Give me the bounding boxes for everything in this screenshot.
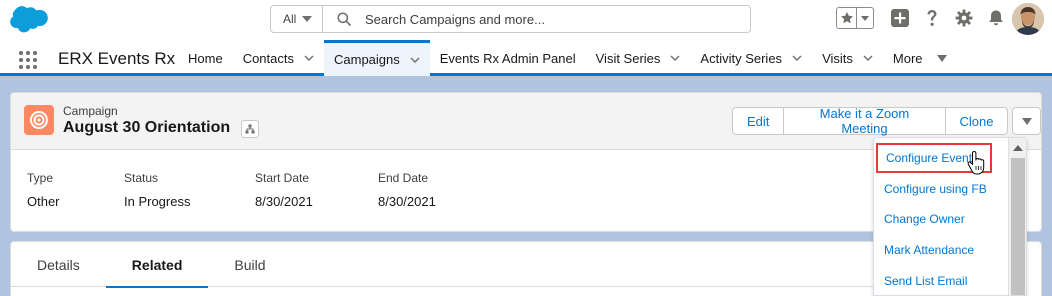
nav-item-events-rx-admin-panel[interactable]: Events Rx Admin Panel (430, 40, 586, 76)
field-label: End Date (378, 171, 429, 185)
caret-down-icon (1021, 117, 1032, 125)
header-utility-icons (836, 7, 1006, 29)
menu-item-mark-attendance[interactable]: Mark Attendance (874, 235, 1009, 265)
salesforce-logo-icon[interactable] (10, 6, 48, 33)
nav-item-label: Visit Series (595, 50, 661, 66)
search-scope-label: All (283, 12, 297, 26)
chevron-down-icon[interactable] (863, 53, 873, 63)
clone-button[interactable]: Clone (944, 107, 1009, 135)
nav-item-campaigns[interactable]: Campaigns (324, 40, 430, 76)
record-fields: Type Other Status In Progress Start Date… (27, 171, 498, 209)
nav-item-visits[interactable]: Visits (812, 40, 883, 76)
user-avatar[interactable] (1012, 3, 1044, 35)
nav-item-home[interactable]: Home (178, 40, 233, 76)
tab-details[interactable]: Details (11, 242, 106, 287)
help-icon[interactable] (922, 8, 942, 28)
chevron-down-icon[interactable] (410, 55, 420, 65)
chevron-down-icon[interactable] (792, 53, 802, 63)
menu-item-send-list-email[interactable]: Send List Email (874, 266, 1009, 295)
search-input[interactable] (365, 11, 745, 27)
chevron-down-icon[interactable] (670, 53, 680, 63)
menu-item-configure-using-fb[interactable]: Configure using FB (874, 174, 1009, 204)
app-name: ERX Events Rx (58, 49, 176, 68)
edit-button[interactable]: Edit (732, 107, 785, 135)
field-value: 8/30/2021 (255, 194, 313, 209)
hierarchy-icon[interactable] (241, 120, 259, 138)
field-start-date: Start Date 8/30/2021 (255, 171, 378, 209)
scroll-up-icon[interactable] (1013, 145, 1023, 151)
global-search: All (270, 5, 751, 33)
field-type: Type Other (27, 171, 124, 209)
favorites-dropdown-icon[interactable] (857, 8, 873, 28)
nav-item-label: Contacts (242, 50, 294, 66)
hand-cursor-icon (967, 151, 985, 175)
campaign-icon (24, 105, 54, 135)
nav-item-label: Events Rx Admin Panel (439, 50, 576, 66)
global-header: All (0, 0, 1052, 40)
nav-item-visit-series[interactable]: Visit Series (586, 40, 691, 76)
scrollbar-thumb[interactable] (1011, 158, 1025, 295)
chevron-down-icon[interactable] (304, 53, 314, 63)
nav-item-label: Campaigns (334, 52, 400, 67)
nav-item-activity-series[interactable]: Activity Series (690, 40, 812, 76)
app-launcher-icon[interactable] (19, 51, 37, 69)
app-nav-bar: ERX Events Rx Home Contacts Campaigns Ev… (0, 40, 1052, 76)
record-actions: Edit Make it a Zoom Meeting Clone (732, 106, 1041, 136)
nav-item-more[interactable]: More (883, 40, 957, 76)
caret-down-icon (936, 54, 947, 62)
menu-item-change-owner[interactable]: Change Owner (874, 204, 1009, 234)
search-scope-dropdown[interactable]: All (271, 6, 323, 32)
nav-item-label: Visits (822, 50, 853, 66)
record-object-type: Campaign (63, 104, 118, 118)
tab-related[interactable]: Related (105, 242, 209, 288)
nav-item-label: Activity Series (700, 50, 783, 66)
nav-item-label: Home (188, 50, 223, 66)
more-actions-menu: Configure Event Configure using FB Chang… (873, 137, 1027, 296)
notifications-bell-icon[interactable] (986, 8, 1006, 28)
nav-items: Home Contacts Campaigns Events Rx Admin … (178, 40, 957, 76)
star-icon[interactable] (837, 8, 857, 28)
field-value: 8/30/2021 (378, 194, 436, 209)
more-actions-dropdown-button[interactable] (1012, 107, 1041, 135)
field-label: Start Date (255, 171, 310, 185)
record-title: August 30 Orientation (63, 119, 231, 136)
field-value: In Progress (124, 194, 191, 209)
caret-down-icon (302, 16, 313, 22)
tab-build[interactable]: Build (208, 242, 291, 287)
add-icon[interactable] (890, 8, 910, 28)
favorites-button[interactable] (836, 7, 874, 29)
field-label: Type (27, 171, 54, 185)
field-end-date: End Date 8/30/2021 (378, 171, 498, 209)
record-tabs: Details Related Build (11, 242, 1021, 288)
field-label: Status (124, 171, 159, 185)
search-icon (337, 12, 351, 26)
nav-item-contacts[interactable]: Contacts (233, 40, 324, 76)
nav-more-label: More (892, 50, 923, 66)
make-zoom-meeting-button[interactable]: Make it a Zoom Meeting (783, 106, 946, 136)
field-value: Other (27, 194, 60, 209)
field-status: Status In Progress (124, 171, 255, 209)
gear-icon[interactable] (954, 8, 974, 28)
menu-scrollbar[interactable] (1008, 138, 1026, 295)
